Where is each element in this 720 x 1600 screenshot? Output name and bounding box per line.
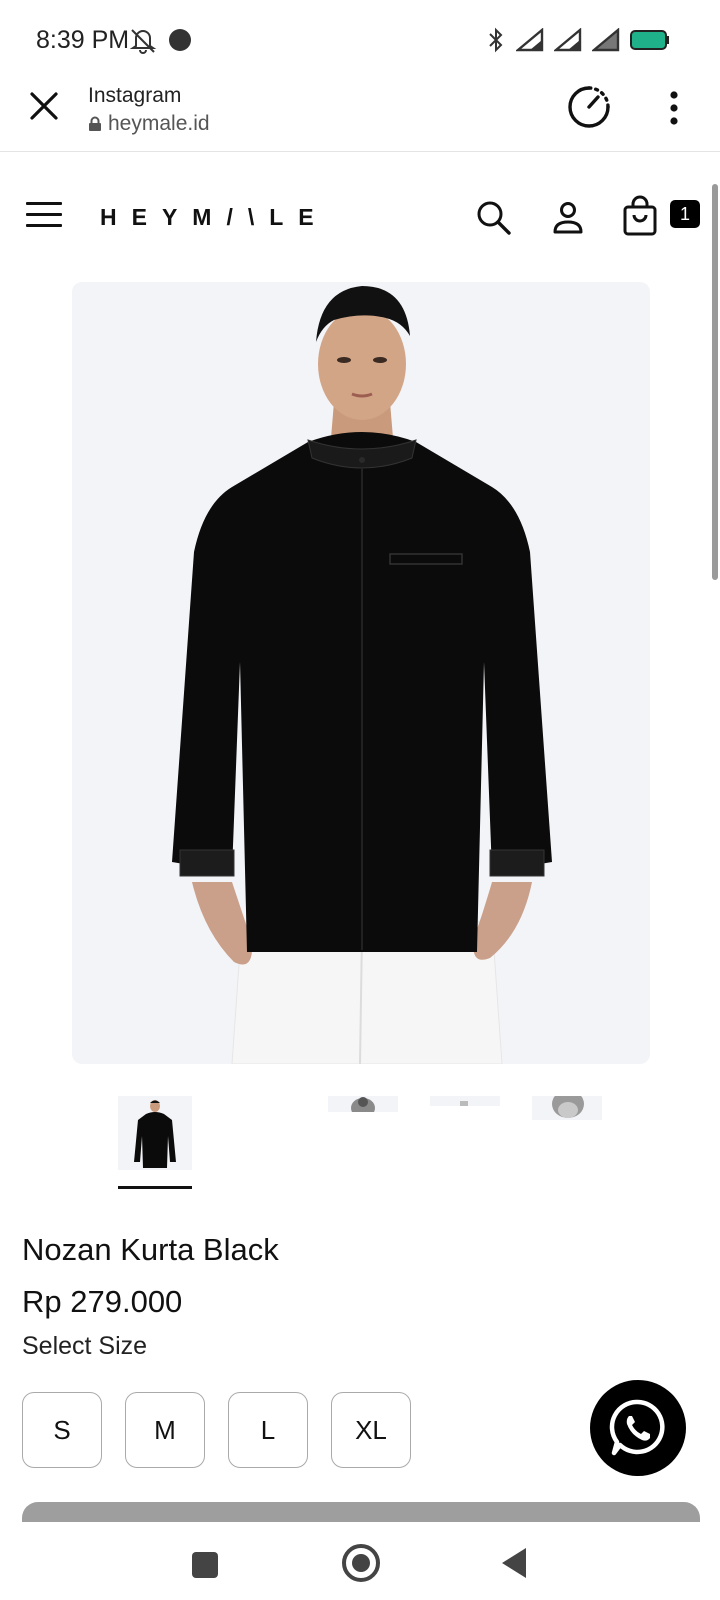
- page-url-text: heymale.id: [108, 112, 210, 135]
- menu-button[interactable]: [26, 202, 62, 230]
- signal-icon: [552, 27, 582, 57]
- whatsapp-chat-button[interactable]: [590, 1380, 686, 1476]
- add-to-cart-bar[interactable]: [22, 1502, 700, 1522]
- battery-icon: [630, 29, 670, 56]
- status-time: 8:39 PM: [36, 26, 130, 54]
- site-header: HEYM/\LE 1: [0, 186, 720, 252]
- account-button[interactable]: [548, 198, 588, 238]
- browser-tab-header: Instagram heymale.id: [0, 84, 720, 152]
- speedometer-icon: [568, 86, 610, 128]
- mute-icon: [128, 26, 158, 59]
- cart-button[interactable]: [620, 194, 660, 238]
- size-option-l[interactable]: L: [228, 1392, 308, 1468]
- page-source-title: Instagram: [88, 84, 182, 107]
- page-url: heymale.id: [88, 112, 210, 136]
- search-icon: [477, 201, 511, 235]
- product-main-image[interactable]: [72, 282, 650, 1064]
- size-option-xl[interactable]: XL: [331, 1392, 411, 1468]
- product-thumbnail[interactable]: [118, 1096, 192, 1170]
- more-options-button[interactable]: [660, 88, 688, 128]
- product-name: Nozan Kurta Black: [22, 1232, 279, 1267]
- close-button[interactable]: [24, 86, 64, 126]
- brand-logo[interactable]: HEYM/\LE: [100, 204, 329, 231]
- search-button[interactable]: [474, 198, 514, 238]
- product-thumbnail[interactable]: [328, 1096, 398, 1112]
- size-option-s[interactable]: S: [22, 1392, 102, 1468]
- active-thumbnail-indicator: [118, 1186, 192, 1189]
- product-thumbnail[interactable]: [430, 1096, 500, 1106]
- status-bar: 8:39 PM: [0, 0, 720, 84]
- back-icon[interactable]: [502, 1548, 526, 1578]
- more-vertical-icon: [670, 91, 678, 125]
- signal-icon: [514, 27, 544, 57]
- account-icon: [553, 202, 583, 234]
- recents-icon[interactable]: [192, 1552, 218, 1578]
- dot-icon: [168, 28, 192, 57]
- system-navigation-bar: [0, 1522, 720, 1600]
- lock-icon: [89, 116, 101, 131]
- cart-count-badge: 1: [670, 200, 700, 228]
- size-option-m[interactable]: M: [125, 1392, 205, 1468]
- select-size-label: Select Size: [22, 1332, 148, 1360]
- signal-icon: [590, 27, 620, 57]
- page-speed-button[interactable]: [566, 84, 612, 130]
- hamburger-icon: [26, 202, 62, 227]
- whatsapp-icon: [609, 1399, 665, 1456]
- home-icon[interactable]: [342, 1544, 380, 1582]
- cart-icon: [623, 195, 657, 236]
- product-thumbnail[interactable]: [532, 1096, 602, 1120]
- close-icon: [30, 92, 58, 120]
- product-price: Rp 279.000: [22, 1284, 183, 1319]
- bluetooth-icon: [486, 26, 506, 59]
